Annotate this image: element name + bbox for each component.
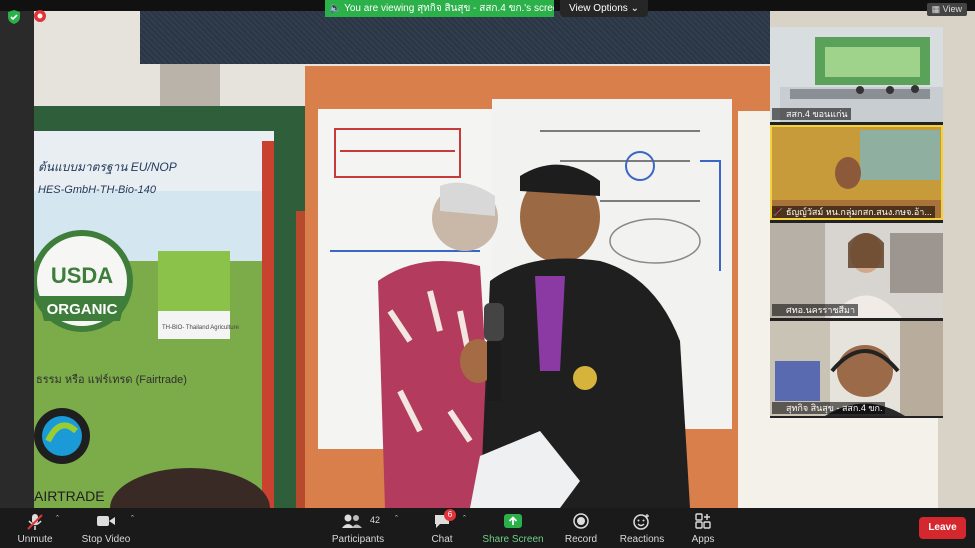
view-options-button[interactable]: View Options ⌄ (560, 0, 648, 17)
participants-options-caret-icon[interactable]: ˆ (395, 514, 398, 524)
video-gallery: สสก.4 ขอนแก่น ธัญญ์วัสม์ หน.กลุ่มกสก.สนง… (770, 27, 943, 418)
view-label: View (942, 4, 962, 14)
reactions-label: Reactions (619, 534, 665, 545)
banner-header-text: ต้นแบบมาตรฐาน EU/NOP (38, 160, 177, 175)
banner-code-text: HES-GmbH-TH-Bio-140 (38, 184, 157, 196)
participant-tile[interactable]: สสก.4 ขอนแก่น (770, 27, 943, 122)
smiley-icon (633, 514, 649, 530)
record-icon (573, 513, 589, 529)
meeting-toolbar: Unmute ˆ Stop Video ˆ 42 Participants ˆ … (0, 508, 975, 548)
share-screen-button[interactable]: Share Screen (482, 508, 544, 548)
record-label: Record (564, 534, 598, 545)
share-screen-icon (504, 514, 522, 528)
participants-label: Participants (331, 534, 385, 545)
view-options-label: View Options (569, 3, 628, 14)
participant-name: สุทกิจ สินสุข - สสก.4 ขก. (772, 402, 886, 414)
banner-fairtrade-line: ธรรม หรือ แฟร์เทรด (Fairtrade) (36, 373, 187, 386)
view-button[interactable]: ▦ View (926, 3, 967, 16)
video-camera-icon (97, 516, 115, 526)
mic-muted-icon (27, 514, 43, 530)
participant-tile[interactable]: ศทอ.นครราชสีมา (770, 223, 943, 318)
recording-icon[interactable] (33, 9, 47, 23)
viewing-text: You are viewing สุทกิจ สินสุข - สสก.4 ขก… (344, 3, 554, 14)
audio-options-caret-icon[interactable]: ˆ (56, 514, 59, 524)
participant-name: ธัญญ์วัสม์ หน.กลุ่มกสก.สนง.กษจ.อ้า... (772, 206, 935, 218)
unmute-button[interactable]: Unmute (8, 508, 62, 548)
banner-eu-caption: TH-BIO- Thailand Agriculture (162, 325, 240, 331)
speaker-icon: 🔈 (329, 3, 342, 14)
left-edge (0, 11, 34, 508)
participants-icon (342, 514, 363, 528)
banner-organic-text: ORGANIC (47, 301, 118, 318)
participant-name: ศทอ.นครราชสีมา (772, 304, 859, 316)
screen-top-overlay (140, 11, 770, 64)
apps-icon (695, 513, 711, 529)
banner-usda-text: USDA (51, 263, 113, 288)
stop-video-button[interactable]: Stop Video (78, 508, 134, 548)
participant-tile-active-speaker[interactable]: ธัญญ์วัสม์ หน.กลุ่มกสก.สนง.กษจ.อ้า... (770, 125, 943, 220)
apps-button[interactable]: Apps (682, 508, 724, 548)
chat-options-caret-icon[interactable]: ˆ (463, 514, 466, 524)
banner-fairtrade-text: AIRTRADE (34, 488, 105, 504)
chat-button[interactable]: 6 Chat (420, 508, 464, 548)
chevron-down-icon: ⌄ (630, 3, 639, 14)
reactions-button[interactable]: Reactions (616, 508, 668, 548)
security-shield-icon[interactable] (6, 9, 22, 25)
participants-count: 42 (370, 515, 381, 525)
video-options-caret-icon[interactable]: ˆ (131, 514, 134, 524)
chat-badge: 6 (444, 509, 456, 521)
participants-button[interactable]: 42 Participants (330, 508, 386, 548)
participant-tile[interactable]: สุทกิจ สินสุข - สสก.4 ขก. (770, 321, 943, 416)
participant-name: สสก.4 ขอนแก่น (772, 108, 851, 120)
unmute-label: Unmute (17, 534, 53, 545)
chat-label: Chat (431, 534, 453, 545)
share-screen-label: Share Screen (482, 534, 544, 545)
grid-icon: ▦ (931, 4, 941, 14)
stop-video-label: Stop Video (81, 534, 131, 545)
leave-button[interactable]: Leave (919, 517, 966, 539)
record-button[interactable]: Record (558, 508, 604, 548)
apps-label: Apps (691, 534, 715, 545)
viewing-screen-banner: 🔈 You are viewing สุทกิจ สินสุข - สสก.4 … (325, 0, 554, 17)
